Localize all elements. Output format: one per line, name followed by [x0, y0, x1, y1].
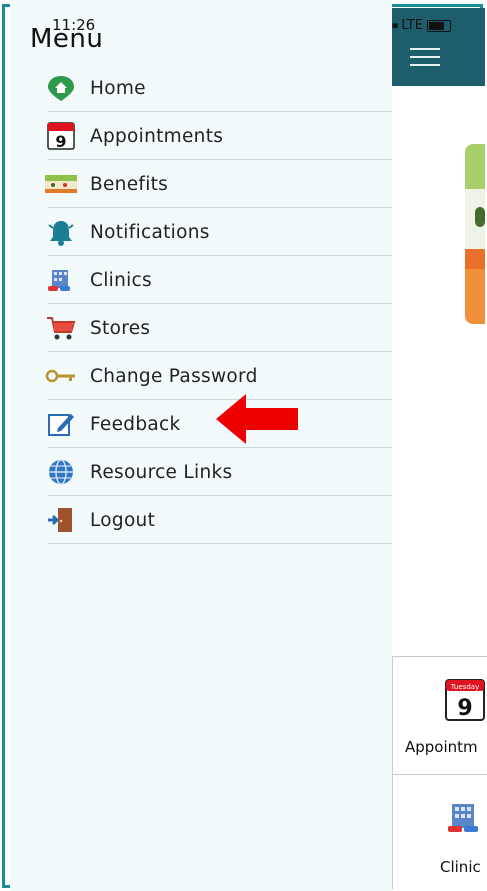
menu-item-label: Appointments: [90, 125, 224, 147]
menu-item-label: Home: [90, 77, 146, 99]
globe-icon: [44, 457, 78, 487]
menu-item-label: Resource Links: [90, 461, 233, 483]
menu-item-label: Notifications: [90, 221, 210, 243]
edit-icon: [44, 409, 78, 439]
menu-item-label: Feedback: [90, 413, 181, 435]
shopping-cart-icon: [44, 313, 78, 343]
calendar-weekday: Tuesday: [450, 683, 479, 691]
clinics-tile-label[interactable]: Clinic: [440, 858, 481, 876]
menu-item-change-password[interactable]: Change Password: [42, 352, 392, 400]
logout-door-icon: [44, 505, 78, 535]
appointments-tile-label[interactable]: Appointm: [405, 738, 478, 756]
menu-item-benefits[interactable]: Benefits: [42, 160, 392, 208]
red-arrow-icon: [216, 394, 300, 448]
menu-item-label: Stores: [90, 317, 151, 339]
menu-list: Home 9 Appointments Benefits Notificatio…: [42, 64, 392, 544]
home-location-icon: [44, 73, 78, 103]
status-bar-right: ▪▪▪ LTE: [382, 18, 451, 33]
svg-text:9: 9: [55, 132, 66, 151]
menu-item-clinics[interactable]: Clinics: [42, 256, 392, 304]
home-banner-image: [465, 144, 485, 324]
clinic-building-icon: [44, 265, 78, 295]
battery-icon: [426, 19, 451, 32]
bell-icon: [44, 217, 78, 247]
menu-item-label: Logout: [90, 509, 156, 531]
menu-item-home[interactable]: Home: [42, 64, 392, 112]
appointments-tile-calendar-icon[interactable]: Tuesday 9: [445, 678, 485, 722]
clinic-building-icon[interactable]: [446, 800, 484, 838]
menu-item-notifications[interactable]: Notifications: [42, 208, 392, 256]
tile-divider: [392, 774, 487, 775]
hamburger-menu-icon[interactable]: [410, 48, 440, 72]
key-icon: [44, 361, 78, 391]
menu-item-label: Change Password: [90, 365, 258, 387]
menu-item-resource-links[interactable]: Resource Links: [42, 448, 392, 496]
calendar-day: 9: [457, 696, 472, 721]
menu-item-appointments[interactable]: 9 Appointments: [42, 112, 392, 160]
menu-title: Menu: [30, 24, 104, 54]
menu-item-stores[interactable]: Stores: [42, 304, 392, 352]
menu-item-label: Benefits: [90, 173, 169, 195]
menu-item-label: Clinics: [90, 269, 152, 291]
calendar-icon: 9: [44, 121, 78, 151]
benefits-icon: [44, 169, 78, 199]
network-type: LTE: [401, 18, 423, 33]
menu-item-logout[interactable]: Logout: [42, 496, 392, 544]
